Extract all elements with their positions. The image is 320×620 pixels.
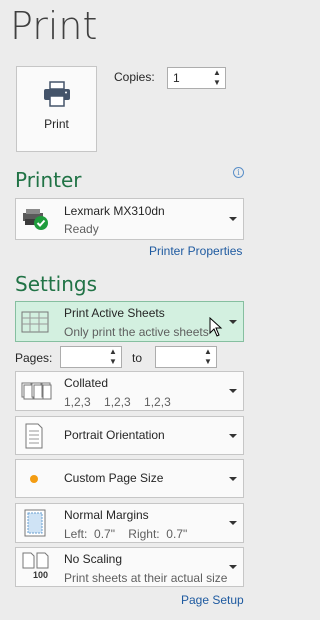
print-button-label: Print (44, 117, 69, 131)
pages-from-stepper[interactable]: ▲ ▼ (60, 346, 122, 368)
page-size-dropdown[interactable]: Custom Page Size (15, 459, 244, 498)
pages-to-label: to (132, 351, 143, 365)
printer-name: Lexmark MX310dn (64, 204, 165, 218)
page-size-dot-icon (30, 474, 38, 483)
chevron-down-icon (229, 217, 237, 221)
no-scaling-icon: 100 (20, 552, 52, 582)
increment-icon[interactable]: ▲ (204, 348, 212, 356)
orientation-dropdown[interactable]: Portrait Orientation (15, 416, 244, 455)
pages-to-stepper[interactable]: ▲ ▼ (155, 346, 217, 368)
printer-ready-icon (23, 209, 48, 230)
printer-icon (43, 81, 70, 107)
page-size-title: Custom Page Size (64, 471, 164, 485)
printer-status: Ready (64, 222, 99, 236)
mouse-cursor-icon (209, 317, 223, 337)
chevron-down-icon (229, 433, 237, 438)
chevron-down-icon (229, 476, 237, 481)
decrement-icon[interactable]: ▼ (204, 358, 212, 366)
decrement-icon[interactable]: ▼ (213, 79, 221, 87)
collation-title: Collated (64, 376, 109, 390)
decrement-icon[interactable]: ▼ (109, 358, 117, 366)
printer-properties-link[interactable]: Printer Properties (149, 244, 242, 258)
collation-dropdown[interactable]: Collated 1,2,3 1,2,3 1,2,3 (15, 371, 244, 411)
increment-icon[interactable]: ▲ (109, 348, 117, 356)
increment-icon[interactable]: ▲ (213, 69, 221, 77)
printer-heading: Printer (15, 168, 82, 192)
margins-title: Normal Margins (64, 508, 149, 522)
scaling-dropdown[interactable]: 100 No Scaling Print sheets at their act… (15, 547, 244, 587)
printer-dropdown[interactable]: Lexmark MX310dn Ready (15, 198, 244, 240)
print-sheets-subtitle: Only print the active sheets (64, 325, 209, 339)
orientation-title: Portrait Orientation (64, 428, 165, 442)
copies-stepper[interactable]: 1 ▲ ▼ (167, 67, 226, 89)
page-setup-link[interactable]: Page Setup (181, 593, 244, 607)
print-sheets-dropdown[interactable]: Print Active Sheets Only print the activ… (15, 301, 244, 342)
scaling-icon-text: 100 (33, 570, 49, 580)
sheet-grid-icon (21, 311, 49, 332)
margins-dropdown[interactable]: Normal Margins Left: 0.7" Right: 0.7" (15, 503, 244, 543)
copies-value: 1 (173, 71, 180, 85)
collation-subtitle: 1,2,3 1,2,3 1,2,3 (64, 395, 171, 409)
page-title: Print (10, 4, 98, 48)
scaling-title: No Scaling (64, 552, 123, 566)
scaling-subtitle: Print sheets at their actual size (64, 571, 228, 585)
chevron-down-icon (229, 389, 237, 393)
margins-subtitle: Left: 0.7" Right: 0.7" (64, 527, 188, 541)
print-sheets-title: Print Active Sheets (64, 306, 165, 320)
chevron-down-icon (229, 521, 237, 525)
copies-label: Copies: (114, 70, 155, 84)
info-icon[interactable]: i (233, 167, 244, 178)
chevron-down-icon (229, 319, 237, 324)
collated-pages-icon (21, 382, 52, 400)
chevron-down-icon (229, 565, 237, 569)
portrait-page-icon (25, 423, 43, 448)
settings-heading: Settings (15, 272, 98, 296)
print-button[interactable]: Print (16, 66, 97, 152)
margins-icon (24, 509, 46, 537)
pages-label: Pages: (15, 351, 53, 365)
